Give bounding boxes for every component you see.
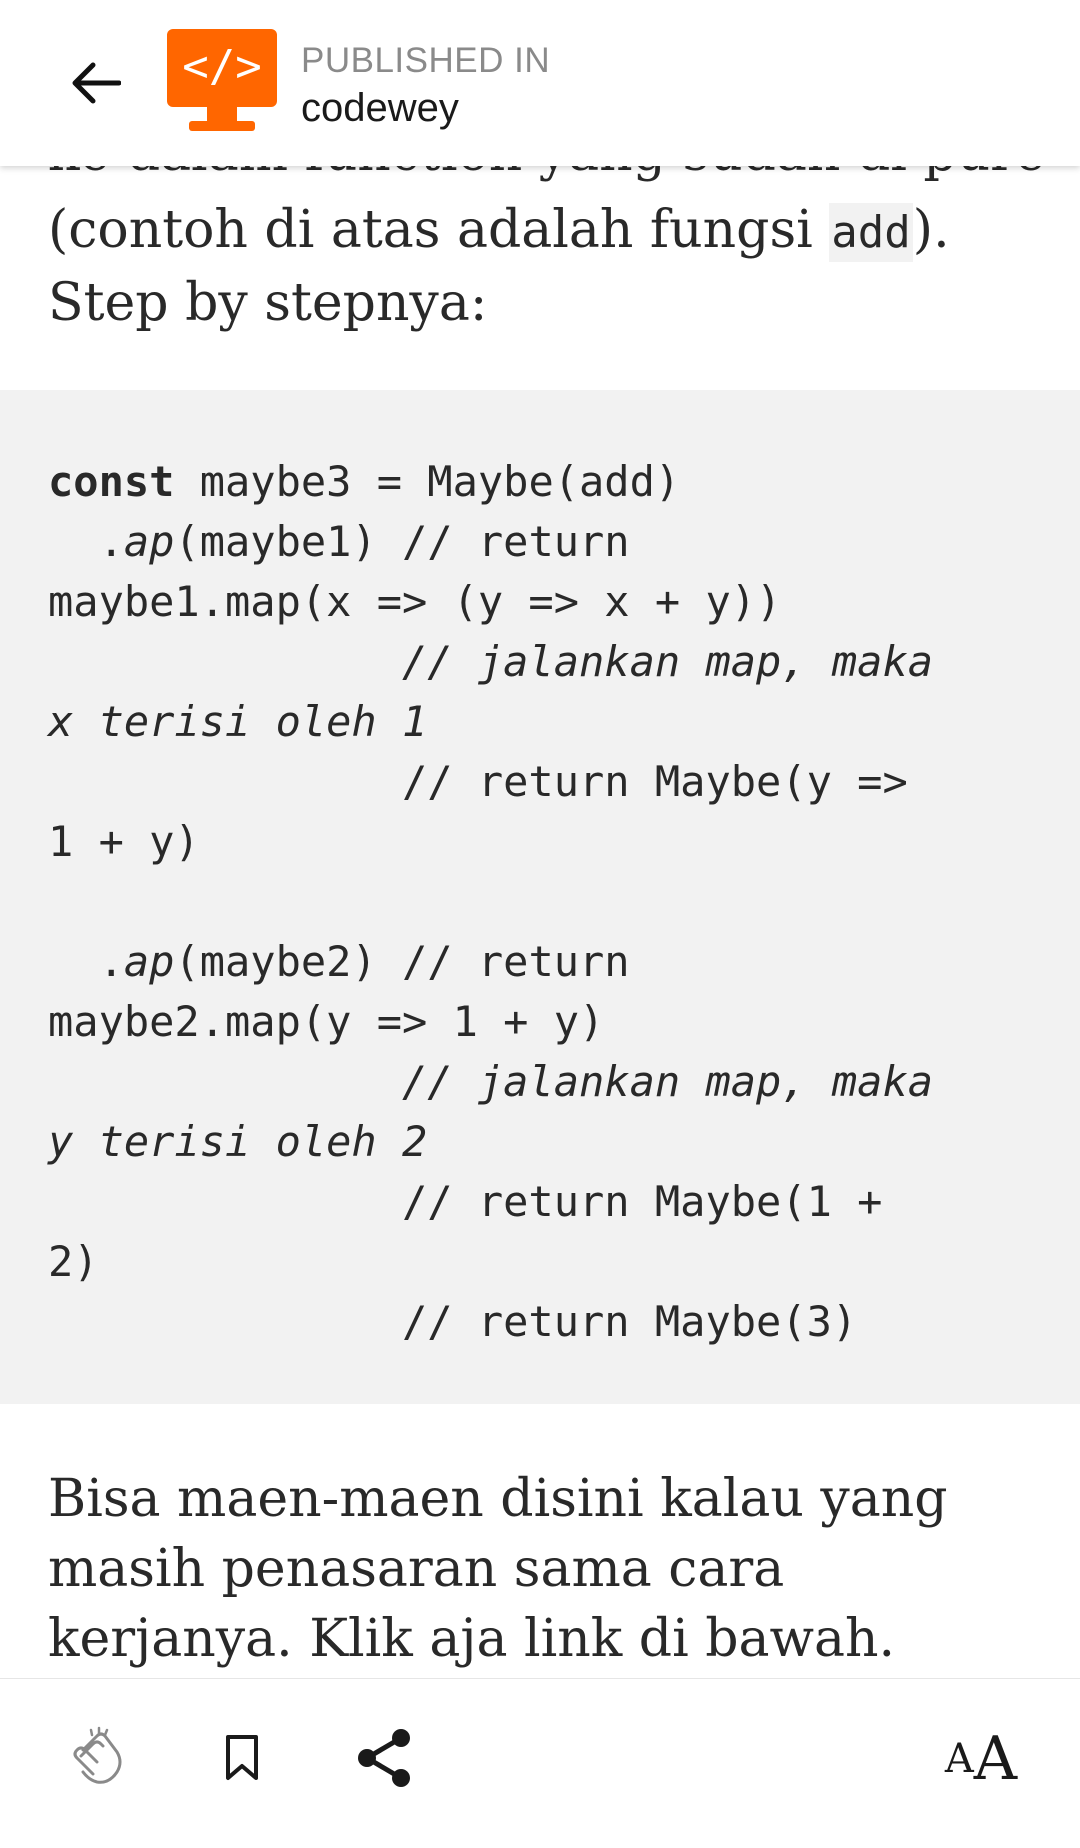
font-size-small-glyph: A xyxy=(944,1736,974,1782)
code-line: // return Maybe(y => xyxy=(48,757,908,806)
code-line: (maybe1) // return xyxy=(174,517,630,566)
publication-logo[interactable]: </> xyxy=(167,29,277,137)
code-comment: // jalankan map, maka xyxy=(48,637,934,686)
code-line: maybe2.map(y => 1 + y) xyxy=(48,997,605,1046)
code-line: 2) xyxy=(48,1237,99,1286)
code-text: const maybe3 = Maybe(add) .ap(maybe1) //… xyxy=(48,452,1058,1352)
article-paragraph: (contoh di atas adalah fungsi add). Step… xyxy=(48,195,1038,338)
share-icon xyxy=(358,1729,410,1787)
logo-text: </> xyxy=(182,41,261,92)
font-size-large-glyph: A xyxy=(973,1724,1018,1794)
paragraph-text: (contoh di atas adalah fungsi xyxy=(48,200,830,260)
code-punct: . xyxy=(48,517,124,566)
code-punct: . xyxy=(48,937,124,986)
code-line: maybe3 = Maybe(add) xyxy=(174,457,681,506)
inline-code: add xyxy=(829,203,913,262)
code-line: // return Maybe(3) xyxy=(48,1297,858,1346)
bookmark-button[interactable] xyxy=(210,1723,274,1793)
code-comment: x terisi oleh 1 xyxy=(48,697,428,746)
code-block: const maybe3 = Maybe(add) .ap(maybe1) //… xyxy=(0,390,1080,1404)
code-line: // return Maybe(1 + xyxy=(48,1177,883,1226)
bottom-action-bar: AA xyxy=(0,1678,1080,1848)
font-size-button[interactable]: AA xyxy=(935,1719,1027,1799)
published-in-label: PUBLISHED IN xyxy=(301,41,551,80)
code-method: ap xyxy=(123,517,175,566)
publication-meta: PUBLISHED IN codewey xyxy=(301,40,550,132)
back-button[interactable] xyxy=(60,50,130,116)
code-line: 1 + y) xyxy=(48,817,200,866)
code-line: (maybe2) // return xyxy=(174,937,630,986)
article-paragraph-2: Bisa maen-maen disini kalau yang masih p… xyxy=(48,1469,948,1669)
code-line: maybe1.map(x => (y => x + y)) xyxy=(48,577,782,626)
code-method: ap xyxy=(123,937,175,986)
bookmark-icon xyxy=(226,1735,258,1780)
clap-icon xyxy=(73,1726,122,1784)
share-button[interactable] xyxy=(350,1721,420,1795)
code-keyword: const xyxy=(48,457,175,506)
arrow-left-icon xyxy=(72,62,121,104)
app-bar: </> PUBLISHED IN codewey xyxy=(0,0,1080,166)
code-comment: // jalankan map, maka xyxy=(48,1057,934,1106)
publication-name[interactable]: codewey xyxy=(301,84,550,132)
clap-button[interactable] xyxy=(62,1723,132,1793)
code-comment: y terisi oleh 2 xyxy=(48,1117,428,1166)
